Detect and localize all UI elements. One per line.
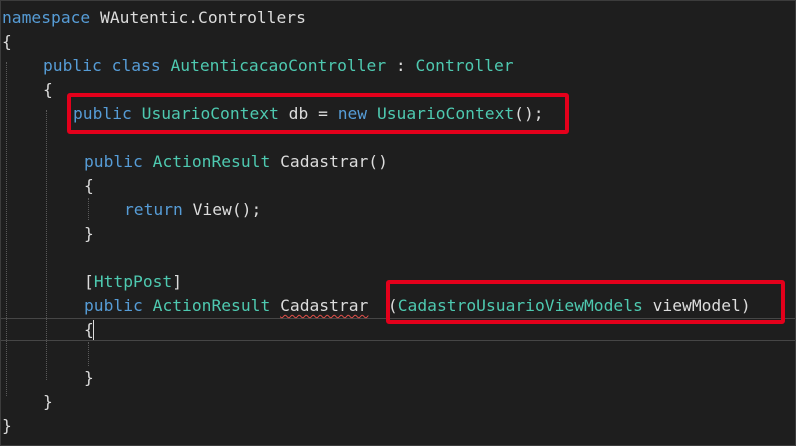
code-token: Cadastrar() [270, 152, 388, 171]
code-token: public [84, 152, 143, 171]
code-token: } [84, 368, 94, 387]
code-token: ActionResult [152, 152, 271, 171]
code-token: : [386, 56, 416, 75]
code-token: ActionResult [152, 296, 271, 315]
code-token: AutenticacaoController [170, 56, 387, 75]
code-token: } [43, 392, 53, 411]
indent-guide [6, 62, 7, 396]
code-token: { [43, 80, 53, 99]
code-line[interactable]: public ActionResult Cadastrar() [84, 150, 388, 174]
code-token: class [111, 56, 161, 75]
code-line[interactable]: } [43, 390, 53, 414]
code-line[interactable]: [HttpPost] [84, 270, 182, 294]
code-line[interactable]: namespace WAutentic.Controllers [2, 6, 306, 30]
code-token: return [124, 200, 183, 219]
code-line[interactable]: public class AutenticacaoController : Co… [43, 54, 514, 78]
indent-guide [88, 342, 89, 366]
code-token-error: Cadastrar [280, 296, 369, 315]
indent-guide [88, 198, 89, 220]
code-token: { [84, 176, 94, 195]
code-line[interactable]: { [84, 174, 94, 198]
code-token: { [2, 32, 12, 51]
indent-guide [46, 110, 47, 380]
code-token: HttpPost [93, 272, 173, 291]
code-line[interactable]: { [2, 30, 12, 54]
highlight-box-viewmodel-parameter [386, 280, 785, 324]
code-token: public [43, 56, 102, 75]
code-token: WAutentic.Controllers [90, 8, 306, 27]
code-token: View(); [182, 200, 262, 219]
code-line[interactable]: } [84, 222, 94, 246]
code-token: namespace [2, 8, 91, 27]
code-token: [ [84, 272, 94, 291]
code-token: public [84, 296, 143, 315]
text-caret [93, 320, 94, 340]
code-line[interactable]: } [84, 366, 94, 390]
code-token: ] [172, 272, 183, 291]
code-line[interactable]: } [2, 414, 12, 438]
code-token: } [2, 416, 12, 435]
code-line[interactable]: return View(); [124, 198, 261, 222]
highlight-box-usuariocontext-field [67, 93, 569, 134]
code-editor[interactable]: namespace WAutentic.Controllers { public c… [0, 0, 796, 446]
code-token: } [84, 224, 94, 243]
code-line[interactable]: { [43, 78, 53, 102]
code-token: Controller [415, 56, 514, 75]
